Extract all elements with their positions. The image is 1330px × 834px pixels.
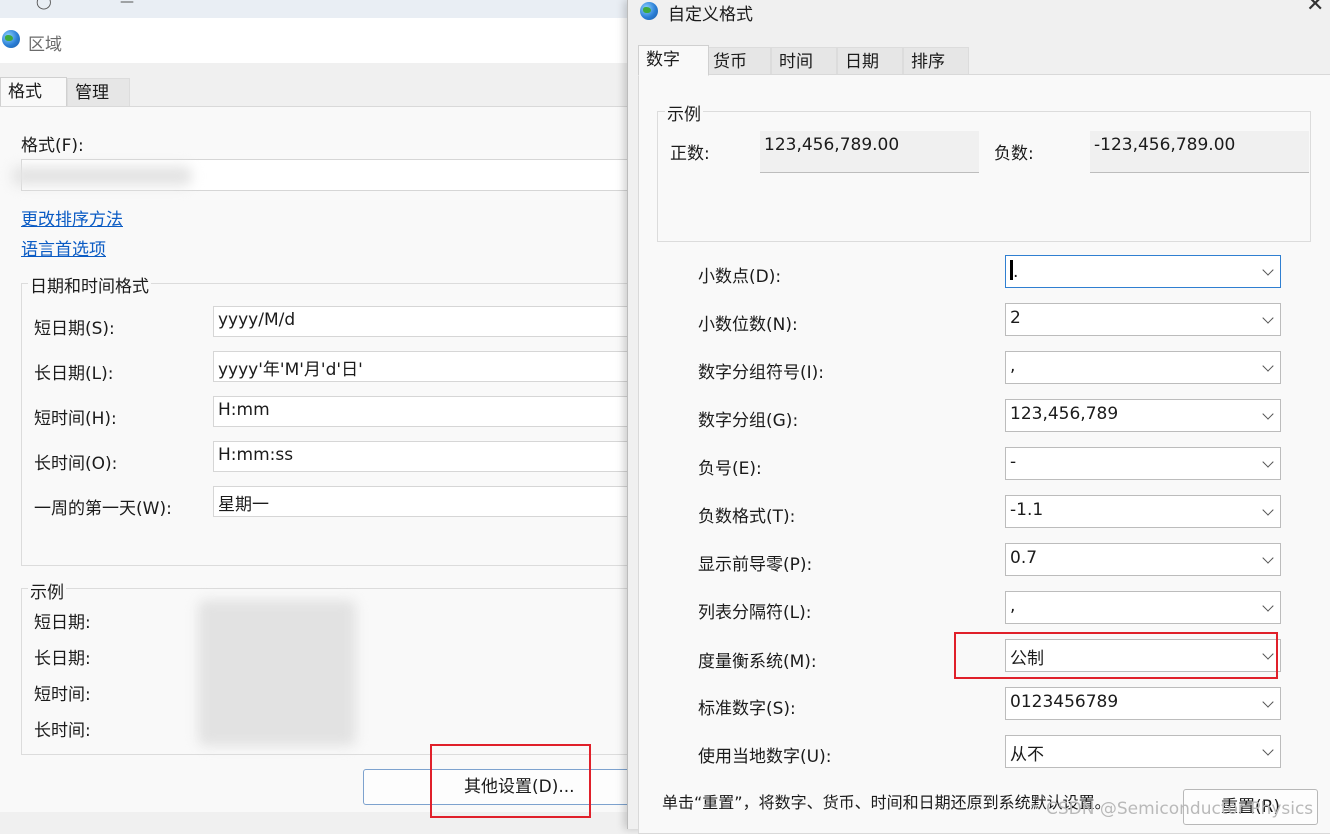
other-settings-label: 其他设置(D)... <box>464 777 575 797</box>
leading-zeros-value: 0.7 <box>1010 548 1038 568</box>
positive-label: 正数: <box>670 144 710 164</box>
region-titlebar <box>0 18 640 63</box>
chevron-down-icon <box>1262 360 1274 372</box>
negative-number-format-label: 负数格式(T): <box>698 507 796 527</box>
negative-sample-value: -123,456,789.00 <box>1090 131 1309 173</box>
long-time-select[interactable]: H:mm:ss <box>213 441 640 472</box>
list-separator-label: 列表分隔符(L): <box>698 603 812 623</box>
blurred-format-value <box>12 166 192 186</box>
first-day-of-week-label: 一周的第一天(W): <box>34 499 172 519</box>
negative-number-format-combo[interactable]: -1.1 <box>1005 495 1281 528</box>
background-circle-icon: ◯ <box>36 0 52 10</box>
chevron-down-icon <box>1262 600 1274 612</box>
format-label: 格式(F): <box>21 136 84 156</box>
leading-zeros-label: 显示前导零(P): <box>698 555 813 575</box>
decimal-digits-combo[interactable]: 2 <box>1005 303 1281 336</box>
globe-icon <box>640 2 658 20</box>
tab-sorting[interactable]: 排序 <box>903 47 969 77</box>
digit-grouping-symbol-combo[interactable]: , <box>1005 351 1281 384</box>
datetime-group-title: 日期和时间格式 <box>28 272 151 297</box>
negative-sign-value: - <box>1010 452 1017 472</box>
chevron-down-icon <box>1262 264 1274 276</box>
customize-format-title: 自定义格式 <box>668 5 753 25</box>
example-short-time-label: 短时间: <box>34 685 91 705</box>
digit-grouping-symbol-value: , <box>1010 356 1016 376</box>
positive-sample-value: 123,456,789.00 <box>760 131 979 173</box>
standard-digits-value: 0123456789 <box>1010 692 1119 712</box>
chevron-down-icon <box>1262 648 1274 660</box>
tab-currency[interactable]: 货币 <box>705 47 771 77</box>
numbers-tab-panel: 示例 正数: 123,456,789.00 负数: -123,456,789.0… <box>638 74 1330 834</box>
negative-sign-label: 负号(E): <box>698 459 762 479</box>
native-digits-label: 使用当地数字(U): <box>698 747 832 767</box>
digit-grouping-symbol-label: 数字分组符号(I): <box>698 363 825 383</box>
negative-label: 负数: <box>994 144 1034 164</box>
example-long-time-label: 长时间: <box>34 721 91 741</box>
decimal-symbol-label: 小数点(D): <box>698 267 782 287</box>
digit-grouping-label: 数字分组(G): <box>698 411 799 431</box>
background-window-strip: ◯ — <box>0 0 640 19</box>
example-short-date-label: 短日期: <box>34 613 91 633</box>
tab-time[interactable]: 时间 <box>771 47 837 77</box>
standard-digits-label: 标准数字(S): <box>698 699 796 719</box>
digit-grouping-combo[interactable]: 123,456,789 <box>1005 399 1281 432</box>
short-date-label: 短日期(S): <box>34 319 115 339</box>
digit-grouping-value: 123,456,789 <box>1010 404 1119 424</box>
chevron-down-icon <box>1262 504 1274 516</box>
watermark-text: CSDN @Semiconductor Physics <box>1046 799 1314 819</box>
decimal-digits-label: 小数位数(N): <box>698 315 798 335</box>
tab-format[interactable]: 格式 <box>0 77 67 107</box>
background-line-icon: — <box>120 0 134 10</box>
language-preferences-link[interactable]: 语言首选项 <box>21 235 106 260</box>
tab-numbers[interactable]: 数字 <box>638 45 709 76</box>
example-long-date-label: 长日期: <box>34 649 91 669</box>
measurement-system-label: 度量衡系统(M): <box>698 652 817 672</box>
decimal-symbol-value: . <box>1013 262 1019 282</box>
chevron-down-icon <box>1262 552 1274 564</box>
change-sorting-link[interactable]: 更改排序方法 <box>21 205 123 230</box>
short-date-select[interactable]: yyyy/M/d <box>213 306 640 337</box>
decimal-digits-value: 2 <box>1010 308 1021 328</box>
list-separator-combo[interactable]: , <box>1005 591 1281 624</box>
native-digits-combo[interactable]: 从不 <box>1005 735 1281 768</box>
region-window: ◯ — 区域 格式 管理 格式(F): 更改排序方法 语言首选项 日期和时间格式… <box>0 0 661 829</box>
leading-zeros-combo[interactable]: 0.7 <box>1005 543 1281 576</box>
customize-format-window: 自定义格式 ✕ 数字 货币 时间 日期 排序 示例 正数: 123,456,78… <box>627 0 1330 834</box>
long-time-label: 长时间(O): <box>34 454 118 474</box>
decimal-symbol-combo[interactable]: . <box>1005 255 1281 288</box>
native-digits-value: 从不 <box>1010 745 1044 765</box>
globe-icon <box>2 30 20 48</box>
blurred-example-values <box>198 600 356 746</box>
list-separator-value: , <box>1010 596 1016 616</box>
chevron-down-icon <box>1262 456 1274 468</box>
measurement-system-value: 公制 <box>1010 649 1044 669</box>
sample-group-title: 示例 <box>665 100 703 125</box>
example-group-title: 示例 <box>28 578 66 603</box>
other-settings-button[interactable]: 其他设置(D)... <box>363 769 653 805</box>
tab-administrative[interactable]: 管理 <box>67 78 130 108</box>
short-time-select[interactable]: H:mm <box>213 396 640 427</box>
chevron-down-icon <box>1262 744 1274 756</box>
tab-date[interactable]: 日期 <box>837 47 903 77</box>
chevron-down-icon <box>1262 312 1274 324</box>
short-time-label: 短时间(H): <box>34 409 117 429</box>
reset-note: 单击“重置”，将数字、货币、时间和日期还原到系统默认设置。 <box>662 793 1111 812</box>
format-select[interactable] <box>12 159 640 191</box>
long-date-label: 长日期(L): <box>34 364 114 384</box>
region-window-title: 区域 <box>28 35 62 55</box>
negative-sign-combo[interactable]: - <box>1005 447 1281 480</box>
first-day-of-week-select[interactable]: 星期一 <box>213 486 640 517</box>
chevron-down-icon <box>1262 408 1274 420</box>
chevron-down-icon <box>1262 696 1274 708</box>
standard-digits-combo[interactable]: 0123456789 <box>1005 687 1281 720</box>
close-icon[interactable]: ✕ <box>1306 0 1324 17</box>
long-date-select[interactable]: yyyy'年'M'月'd'日' <box>213 351 640 382</box>
measurement-system-combo[interactable]: 公制 <box>1005 639 1281 672</box>
negative-number-format-value: -1.1 <box>1010 500 1044 520</box>
